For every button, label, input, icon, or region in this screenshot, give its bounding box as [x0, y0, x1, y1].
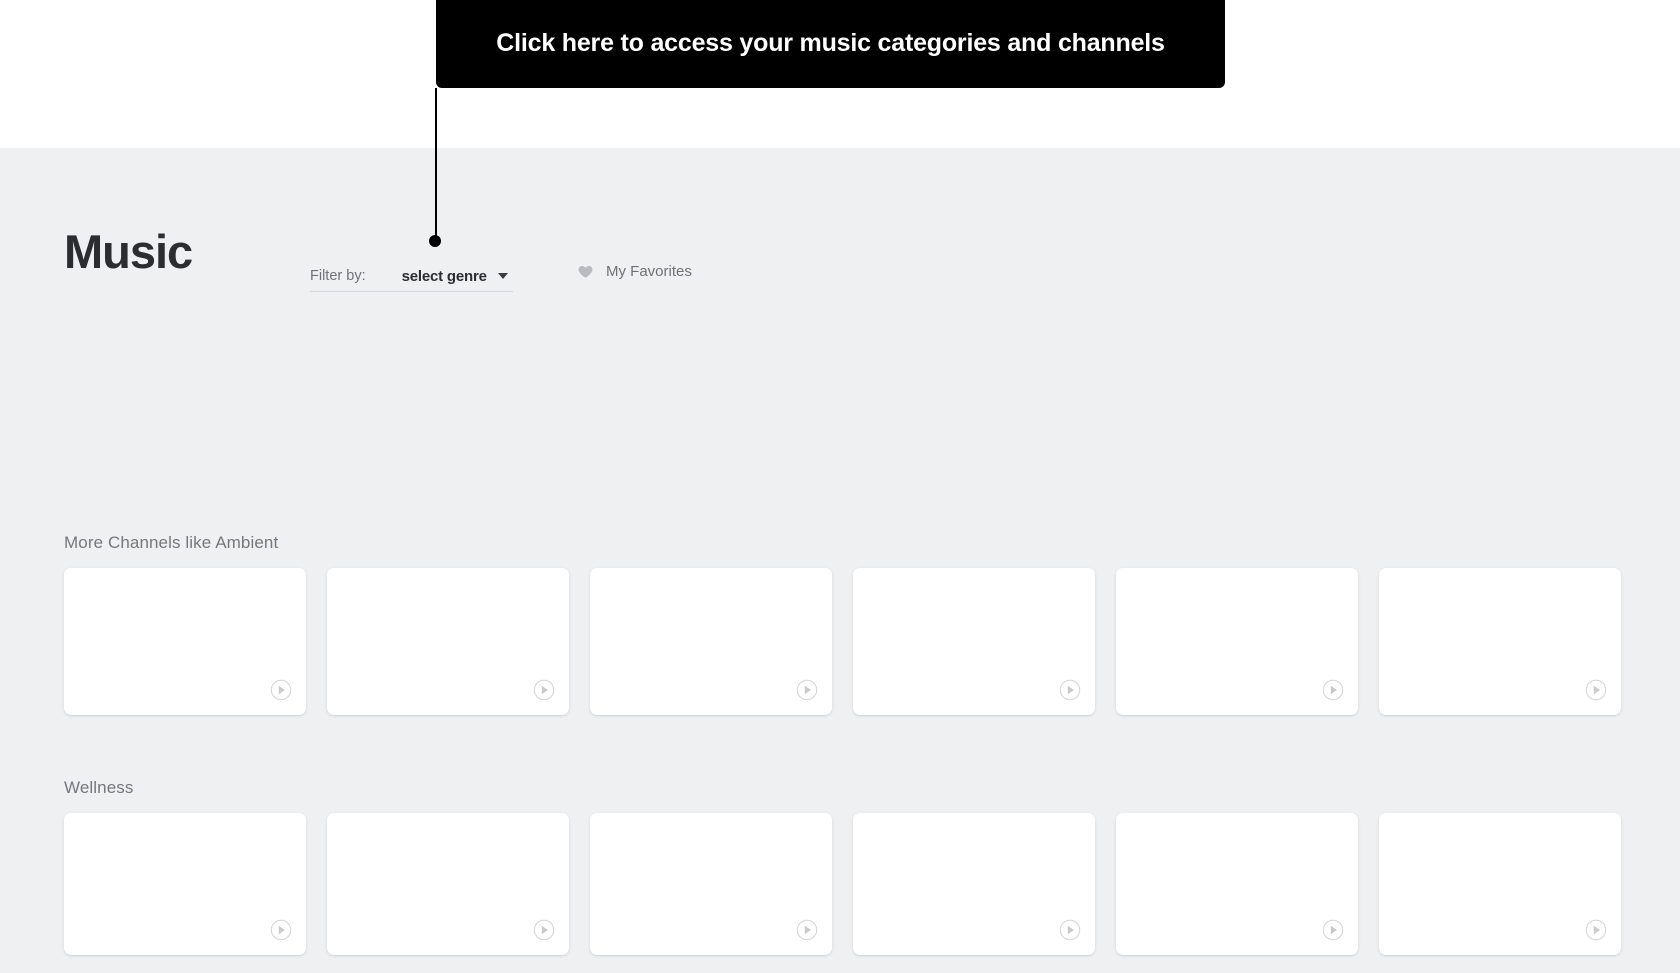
heart-icon [577, 263, 594, 280]
genre-select[interactable]: select genre [402, 268, 508, 285]
section-title: Wellness [64, 778, 134, 797]
channel-card[interactable] [590, 568, 832, 715]
play-circle-icon[interactable] [1059, 679, 1081, 701]
channel-card[interactable] [1116, 813, 1358, 955]
channel-card-row [64, 813, 1621, 955]
chevron-down-icon [497, 273, 508, 279]
channel-card[interactable] [64, 813, 306, 955]
channel-card[interactable] [1379, 813, 1621, 955]
coachmark-pointer-dot [429, 235, 441, 247]
play-circle-icon[interactable] [533, 679, 555, 701]
section-title: More Channels like Ambient [64, 533, 279, 552]
channel-card[interactable] [327, 813, 569, 955]
page-body: Music Filter by: select genre My Favorit… [0, 148, 1680, 973]
coachmark-pointer-line [435, 88, 437, 241]
page-title: Music [64, 225, 193, 278]
play-circle-icon[interactable] [1585, 919, 1607, 941]
channel-card[interactable] [64, 568, 306, 715]
my-favorites-button[interactable]: My Favorites [577, 263, 692, 280]
channel-card-row [64, 568, 1621, 715]
play-circle-icon[interactable] [1322, 919, 1344, 941]
my-favorites-label: My Favorites [606, 263, 692, 280]
page-header: Music Filter by: select genre My Favorit… [0, 228, 1680, 298]
genre-select-value: select genre [401, 267, 487, 285]
genre-filter[interactable]: Filter by: select genre [310, 261, 513, 292]
coachmark-tooltip[interactable]: Click here to access your music categori… [436, 0, 1225, 88]
channel-card[interactable] [853, 813, 1095, 955]
play-circle-icon[interactable] [1585, 679, 1607, 701]
channel-card[interactable] [1116, 568, 1358, 715]
coachmark-text: Click here to access your music categori… [496, 29, 1165, 58]
play-circle-icon[interactable] [270, 679, 292, 701]
play-circle-icon[interactable] [796, 919, 818, 941]
play-circle-icon[interactable] [796, 679, 818, 701]
channel-card[interactable] [590, 813, 832, 955]
play-circle-icon[interactable] [1059, 919, 1081, 941]
channel-card[interactable] [1379, 568, 1621, 715]
play-circle-icon[interactable] [270, 919, 292, 941]
channel-card[interactable] [853, 568, 1095, 715]
play-circle-icon[interactable] [533, 919, 555, 941]
channel-card[interactable] [327, 568, 569, 715]
filter-by-label: Filter by: [310, 268, 366, 284]
play-circle-icon[interactable] [1322, 679, 1344, 701]
